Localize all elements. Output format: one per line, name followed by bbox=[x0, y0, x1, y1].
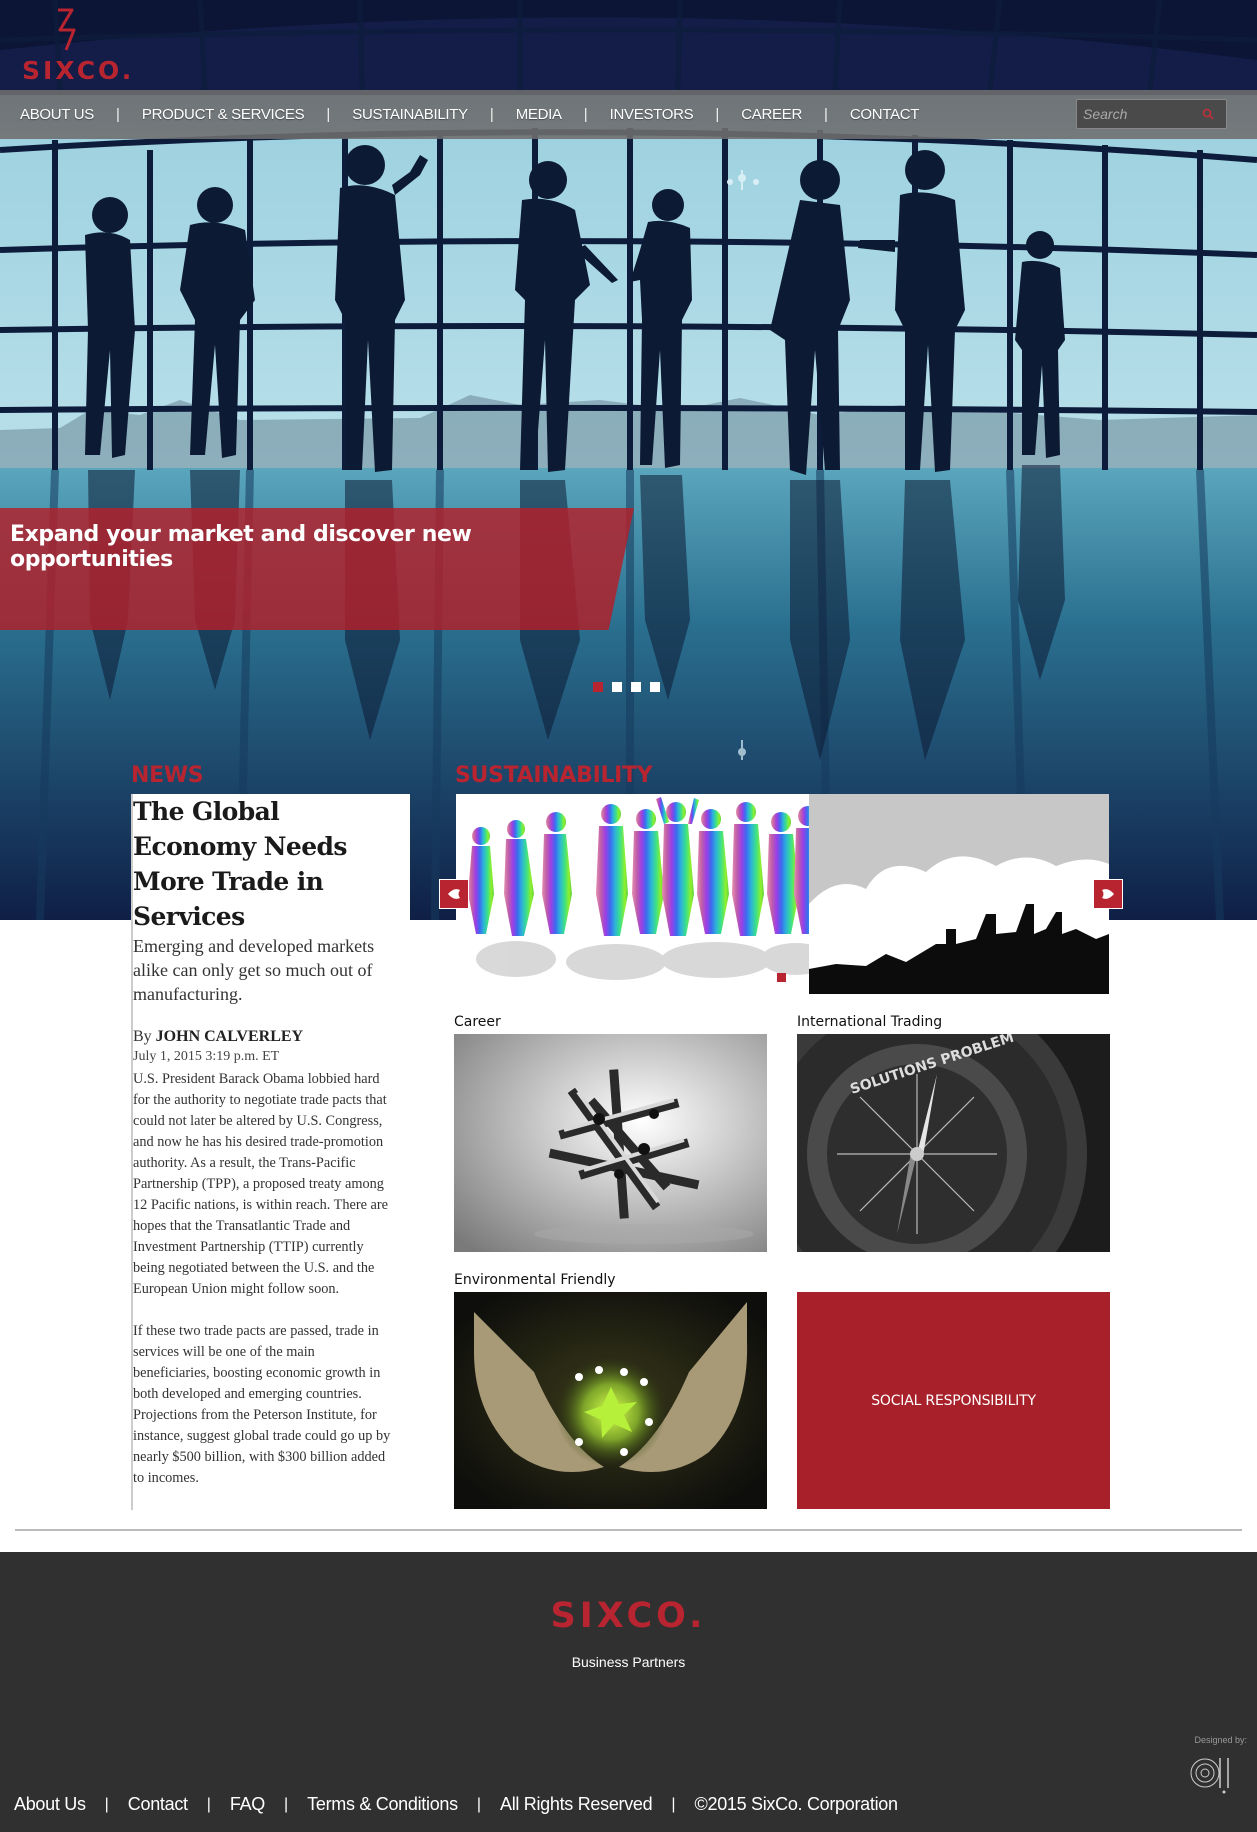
sustainability-section-title: SUSTAINABILITY bbox=[455, 763, 653, 788]
brand-logo-text: SIXCO. bbox=[22, 56, 135, 85]
nav-media[interactable]: MEDIA bbox=[516, 106, 562, 123]
footer-separator: | bbox=[104, 1795, 109, 1813]
site-footer: SIXCO. Business Partners Designed by: Ab… bbox=[0, 1552, 1257, 1832]
footer-separator: | bbox=[476, 1795, 481, 1813]
nav-about-us[interactable]: ABOUT US bbox=[20, 106, 94, 123]
international-trading-tile[interactable]: SOLUTIONS PROBLEM bbox=[797, 1034, 1110, 1252]
compass-tile-image: SOLUTIONS PROBLEM bbox=[797, 1034, 1110, 1252]
footer-link-terms[interactable]: Terms & Conditions bbox=[307, 1794, 458, 1815]
slider-indicator-dot[interactable] bbox=[777, 973, 786, 982]
hero-slide-dot[interactable] bbox=[631, 682, 641, 692]
nav-contact[interactable]: CONTACT bbox=[850, 106, 920, 123]
news-dek: Emerging and developed markets alike can… bbox=[133, 936, 375, 1004]
career-tile-image bbox=[454, 1034, 767, 1252]
nav-separator: | bbox=[489, 106, 494, 123]
hero-slide-indicators bbox=[593, 682, 660, 692]
footer-logo[interactable]: SIXCO. bbox=[0, 1596, 1257, 1636]
news-paragraph: U.S. President Barack Obama lobbied hard… bbox=[133, 1071, 389, 1297]
footer-link-rights[interactable]: All Rights Reserved bbox=[500, 1794, 653, 1815]
footer-links: About Us | Contact | FAQ | Terms & Condi… bbox=[14, 1794, 898, 1815]
search-box bbox=[1076, 99, 1227, 129]
environmental-tile-image bbox=[454, 1292, 767, 1509]
search-icon[interactable] bbox=[1195, 100, 1221, 128]
tile-label-international-trading: International Trading bbox=[797, 1014, 943, 1030]
tile-label-environmental: Environmental Friendly bbox=[454, 1272, 616, 1288]
social-responsibility-label: SOCIAL RESPONSIBILITY bbox=[871, 1392, 1036, 1409]
designer-logo-icon[interactable] bbox=[1180, 1748, 1250, 1798]
hero-slide-dot[interactable] bbox=[593, 682, 603, 692]
search-input[interactable] bbox=[1077, 100, 1195, 128]
news-body: U.S. President Barack Obama lobbied hard… bbox=[133, 1069, 394, 1489]
footer-separator: | bbox=[206, 1795, 211, 1813]
nav-separator: | bbox=[715, 106, 720, 123]
nav-career[interactable]: CAREER bbox=[741, 106, 802, 123]
nav-product-services[interactable]: PRODUCT & SERVICES bbox=[142, 106, 305, 123]
news-section-title: NEWS bbox=[131, 763, 204, 788]
content-divider bbox=[15, 1529, 1242, 1531]
nav-separator: | bbox=[326, 106, 331, 123]
hero-banner: Expand your market and discover new oppo… bbox=[0, 508, 634, 630]
nav-separator: | bbox=[583, 106, 588, 123]
footer-link-faq[interactable]: FAQ bbox=[230, 1794, 265, 1815]
sustainability-slide-image bbox=[456, 794, 1109, 994]
designed-by-label: Designed by: bbox=[1194, 1735, 1247, 1745]
nav-sustainability[interactable]: SUSTAINABILITY bbox=[352, 106, 468, 123]
news-author: JOHN CALVERLEY bbox=[155, 1028, 304, 1045]
news-headline[interactable]: The Global Economy Needs More Trade in S… bbox=[133, 794, 394, 934]
brand-mark-icon bbox=[58, 8, 76, 51]
arrow-right-icon bbox=[1102, 889, 1114, 899]
news-article-panel[interactable]: The Global Economy Needs More Trade in S… bbox=[131, 794, 410, 1510]
nav-separator: | bbox=[116, 106, 120, 123]
nav-investors[interactable]: INVESTORS bbox=[610, 106, 694, 123]
footer-link-about-us[interactable]: About Us bbox=[14, 1794, 86, 1815]
arrow-left-icon bbox=[448, 889, 460, 899]
hero-slide-dot[interactable] bbox=[612, 682, 622, 692]
career-tile[interactable] bbox=[454, 1034, 767, 1252]
slider-next-button[interactable] bbox=[1093, 879, 1123, 909]
footer-separator: | bbox=[284, 1795, 289, 1813]
brand-logo[interactable]: SIXCO. bbox=[20, 8, 131, 85]
news-byline: By JOHN CALVERLEY bbox=[133, 1028, 394, 1046]
news-date: July 1, 2015 3:19 p.m. ET bbox=[133, 1049, 280, 1064]
footer-tagline: Business Partners bbox=[571, 1654, 686, 1670]
social-responsibility-tile[interactable]: SOCIAL RESPONSIBILITY bbox=[797, 1292, 1110, 1509]
footer-link-contact[interactable]: Contact bbox=[128, 1794, 188, 1815]
main-navigation: ABOUT US | PRODUCT & SERVICES | SUSTAINA… bbox=[0, 90, 1257, 139]
nav-separator: | bbox=[823, 106, 828, 123]
hero-slide-dot[interactable] bbox=[650, 682, 660, 692]
footer-copyright: ©2015 SixCo. Corporation bbox=[694, 1794, 898, 1814]
tile-label-career: Career bbox=[454, 1014, 501, 1030]
footer-separator: | bbox=[671, 1795, 676, 1813]
hero-tagline: Expand your market and discover new oppo… bbox=[10, 522, 472, 572]
sustainability-slider[interactable] bbox=[456, 794, 1109, 994]
news-byline-prefix: By bbox=[133, 1028, 152, 1045]
news-paragraph: If these two trade pacts are passed, tra… bbox=[133, 1323, 391, 1486]
slider-prev-button[interactable] bbox=[439, 879, 469, 909]
environmental-tile[interactable] bbox=[454, 1292, 767, 1509]
